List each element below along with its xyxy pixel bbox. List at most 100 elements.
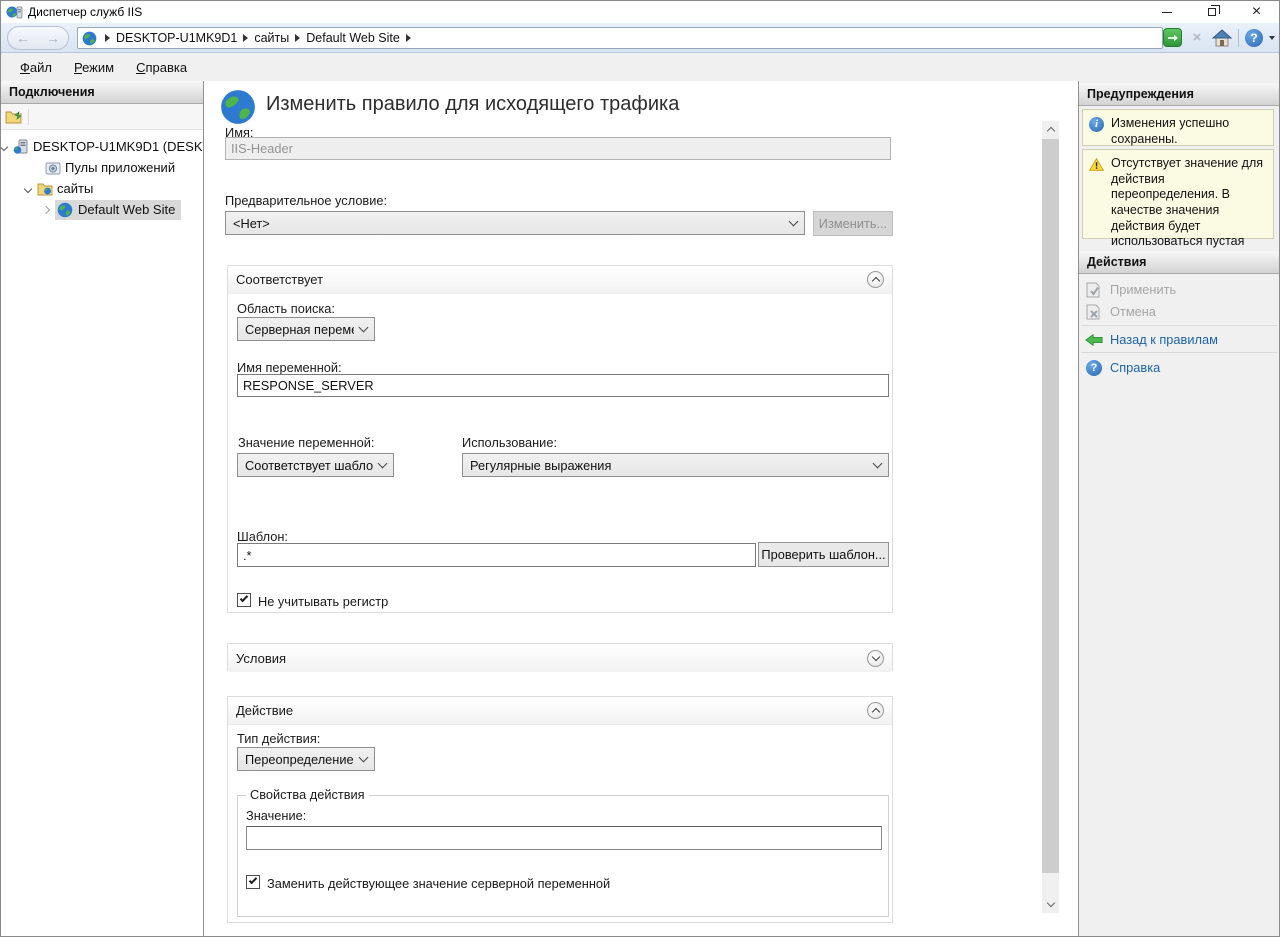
action-type-value: Переопределение: [245, 752, 354, 767]
scope-value: Серверная переменн: [245, 322, 354, 337]
toolbar-separator: [28, 109, 29, 125]
variable-value-label: Значение переменной:: [238, 435, 374, 450]
breadcrumb-arrow-icon: [406, 34, 411, 42]
replace-value-label: Заменить действующее значение серверной …: [267, 876, 610, 891]
using-select[interactable]: Регулярные выражения: [462, 453, 889, 477]
connections-header: Подключения: [1, 81, 203, 104]
restore-button[interactable]: [1189, 1, 1234, 23]
collapse-icon[interactable]: [867, 702, 884, 719]
variable-name-input[interactable]: [237, 374, 889, 397]
connections-toolbar: [1, 104, 203, 130]
precondition-select[interactable]: <Нет>: [225, 211, 805, 235]
nav-buttons: ← →: [7, 26, 69, 50]
info-icon: i: [1089, 117, 1104, 132]
alert-info: i Изменения успешно сохранены.: [1082, 109, 1274, 146]
connections-tree: DESKTOP-U1MK9D1 (DESKTOP Пулы приложений: [1, 130, 203, 220]
stop-icon: ×: [1188, 29, 1206, 47]
window-title: Диспетчер служб IIS: [28, 5, 142, 19]
separator: [1081, 325, 1277, 326]
cancel-icon: [1085, 304, 1103, 320]
action-value-input[interactable]: [246, 826, 882, 850]
feature-page: Изменить правило для исходящего трафика …: [204, 81, 1078, 937]
server-icon: [13, 139, 29, 155]
warning-icon: [1089, 157, 1104, 172]
help-link[interactable]: ? Справка: [1079, 357, 1279, 378]
using-label: Использование:: [462, 435, 557, 450]
iis-manager-window: Диспетчер служб IIS × ← → DESKTOP-U1MK9D…: [0, 0, 1280, 937]
close-button[interactable]: ×: [1234, 1, 1279, 23]
chevron-down-icon: [789, 217, 799, 227]
tree-item-app-pools[interactable]: Пулы приложений: [1, 157, 203, 178]
chevron-down-icon: [378, 459, 388, 469]
action-type-select[interactable]: Переопределение: [237, 747, 375, 771]
scroll-up-button[interactable]: [1042, 121, 1059, 138]
pattern-label: Шаблон:: [237, 529, 288, 544]
apply-icon: [1085, 282, 1103, 298]
scrollbar-thumb[interactable]: [1042, 139, 1059, 873]
breadcrumb-item-server[interactable]: DESKTOP-U1MK9D1: [116, 31, 237, 45]
conditions-section-header[interactable]: Условия: [228, 644, 892, 672]
home-icon[interactable]: [1212, 29, 1232, 47]
tree-item-default-web-site[interactable]: Default Web Site: [1, 199, 203, 220]
refresh-icon[interactable]: [1163, 28, 1182, 47]
tree-item-label: сайты: [57, 181, 93, 196]
action-properties-group: Свойства действия Значение: Заменить дей…: [237, 795, 889, 917]
alert-text: Отсутствует значение для действия переоп…: [1111, 156, 1263, 264]
replace-value-checkbox[interactable]: [246, 875, 260, 889]
action-properties-legend: Свойства действия: [246, 787, 369, 802]
app-icon: [6, 5, 23, 20]
separator: [1081, 352, 1277, 353]
expander-icon[interactable]: [1, 142, 8, 150]
menu-help[interactable]: Справка: [127, 57, 196, 78]
page-title: Изменить правило для исходящего трафика: [266, 93, 679, 116]
breadcrumb-arrow-icon: [295, 34, 300, 42]
scroll-down-button[interactable]: [1042, 896, 1059, 913]
expand-icon[interactable]: [867, 650, 884, 667]
minimize-button[interactable]: [1144, 1, 1189, 23]
variable-value-select[interactable]: Соответствует шаблону: [237, 453, 394, 477]
title-bar: Диспетчер служб IIS ×: [1, 1, 1279, 23]
page-globe-icon: [220, 89, 256, 125]
help-dropdown-icon[interactable]: [1269, 36, 1275, 40]
tree-item-label: Пулы приложений: [65, 160, 175, 175]
tree-item-label: Default Web Site: [78, 202, 175, 217]
tree-item-sites[interactable]: сайты: [1, 178, 203, 199]
selected-tree-item[interactable]: Default Web Site: [55, 200, 181, 220]
action-section-header[interactable]: Действие: [228, 697, 892, 725]
alert-warning: Отсутствует значение для действия переоп…: [1082, 149, 1274, 239]
save-connection-icon[interactable]: [5, 109, 22, 124]
tree-item-server[interactable]: DESKTOP-U1MK9D1 (DESKTOP: [1, 136, 203, 157]
breadcrumb-item-default-web-site[interactable]: Default Web Site: [306, 31, 400, 45]
menu-file[interactable]: Файл: [11, 57, 61, 78]
variable-name-label: Имя переменной:: [237, 360, 342, 375]
sites-folder-icon: [37, 181, 53, 197]
expander-icon[interactable]: [24, 184, 32, 192]
back-to-rules-link[interactable]: Назад к правилам: [1079, 329, 1279, 350]
ignore-case-checkbox[interactable]: [237, 593, 251, 607]
breadcrumb-arrow-icon: [105, 34, 110, 42]
using-value: Регулярные выражения: [470, 458, 868, 473]
precondition-label: Предварительное условие:: [225, 193, 387, 208]
name-input: [225, 137, 891, 160]
ignore-case-label: Не учитывать регистр: [258, 594, 388, 609]
vertical-scrollbar[interactable]: [1042, 121, 1059, 913]
help-icon[interactable]: ?: [1245, 29, 1263, 47]
breadcrumb[interactable]: DESKTOP-U1MK9D1 сайты Default Web Site: [77, 27, 1163, 49]
match-section-header[interactable]: Соответствует: [228, 266, 892, 294]
action-section: Действие Тип действия: Переопределение С…: [227, 696, 893, 923]
breadcrumb-item-sites[interactable]: сайты: [254, 31, 289, 45]
test-pattern-button[interactable]: Проверить шаблон...: [758, 542, 889, 567]
alerts-header: Предупреждения: [1079, 83, 1279, 106]
back-arrow-icon: [1085, 332, 1103, 348]
apply-button: Применить: [1079, 279, 1279, 300]
expander-icon[interactable]: [42, 205, 50, 213]
collapse-icon[interactable]: [867, 271, 884, 288]
menu-bar: Файл Режим Справка: [1, 53, 1279, 81]
forward-icon[interactable]: →: [46, 31, 60, 45]
scope-select[interactable]: Серверная переменн: [237, 317, 375, 341]
pattern-input[interactable]: [237, 543, 756, 567]
menu-view[interactable]: Режим: [65, 57, 123, 78]
variable-value-mode: Соответствует шаблону: [245, 458, 373, 473]
back-icon[interactable]: ←: [16, 31, 30, 45]
action-type-label: Тип действия:: [237, 731, 320, 746]
